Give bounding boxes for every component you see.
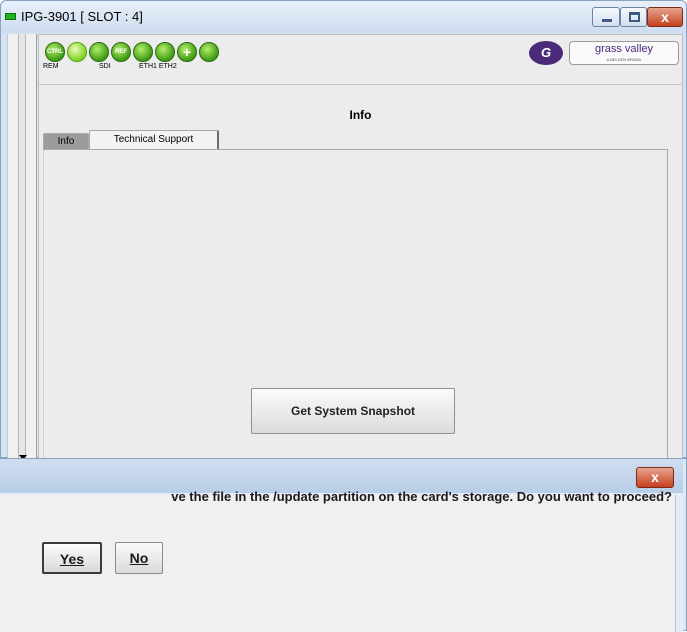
left-scroll-rail[interactable] <box>7 34 37 460</box>
dialog-titlebar[interactable]: x <box>0 459 683 493</box>
maximize-button[interactable] <box>620 7 647 27</box>
dialog-message: ve the file in the /update partition on … <box>171 489 672 504</box>
ref-icon[interactable]: REF <box>111 42 131 62</box>
status-led-icon <box>5 13 16 20</box>
confirm-dialog: x ve the file in the /update partition o… <box>0 458 687 632</box>
sdi-label: SDI <box>99 63 111 70</box>
rem-label: REM <box>43 63 59 70</box>
window-titlebar[interactable]: IPG-3901 [ SLOT : 4] x <box>1 1 686 33</box>
dialog-body <box>0 493 683 632</box>
dialog-close-button[interactable]: x <box>636 467 674 488</box>
alarm-icon[interactable] <box>199 42 219 62</box>
grass-valley-logo-icon: G <box>529 41 563 65</box>
minimize-button[interactable] <box>592 7 620 27</box>
eth2-icon[interactable] <box>155 42 175 62</box>
minimize-icon <box>602 19 612 22</box>
scrollbar-track[interactable] <box>18 34 26 459</box>
status-sparkle-icon[interactable] <box>67 42 87 62</box>
no-button[interactable]: No <box>115 542 163 574</box>
content-panel: CTRL REF + REM SDI ETH1 ETH2 G grass val… <box>38 34 683 460</box>
status-icon-bar: CTRL REF + REM SDI ETH1 ETH2 G grass val… <box>39 35 682 85</box>
sdi-icon[interactable] <box>89 42 109 62</box>
close-button[interactable]: x <box>647 7 683 27</box>
eth-label: ETH1 ETH2 <box>139 63 177 70</box>
plus-icon[interactable]: + <box>177 42 197 62</box>
get-system-snapshot-button[interactable]: Get System Snapshot <box>251 388 455 434</box>
close-icon: x <box>661 9 669 25</box>
window-title: IPG-3901 [ SLOT : 4] <box>21 9 143 24</box>
ctrl-icon[interactable]: CTRL <box>45 42 65 62</box>
tab-technical-support[interactable]: Technical Support <box>89 130 219 150</box>
close-icon: x <box>651 469 659 485</box>
eth1-icon[interactable] <box>133 42 153 62</box>
belden-brand-text: A BELDEN BRAND <box>606 57 642 62</box>
maximize-icon <box>629 12 640 22</box>
tab-info[interactable]: Info <box>43 133 89 149</box>
main-window: IPG-3901 [ SLOT : 4] x CTRL REF + REM SD… <box>0 0 687 460</box>
yes-button[interactable]: Yes <box>42 542 102 574</box>
page-title: Info <box>349 108 372 122</box>
